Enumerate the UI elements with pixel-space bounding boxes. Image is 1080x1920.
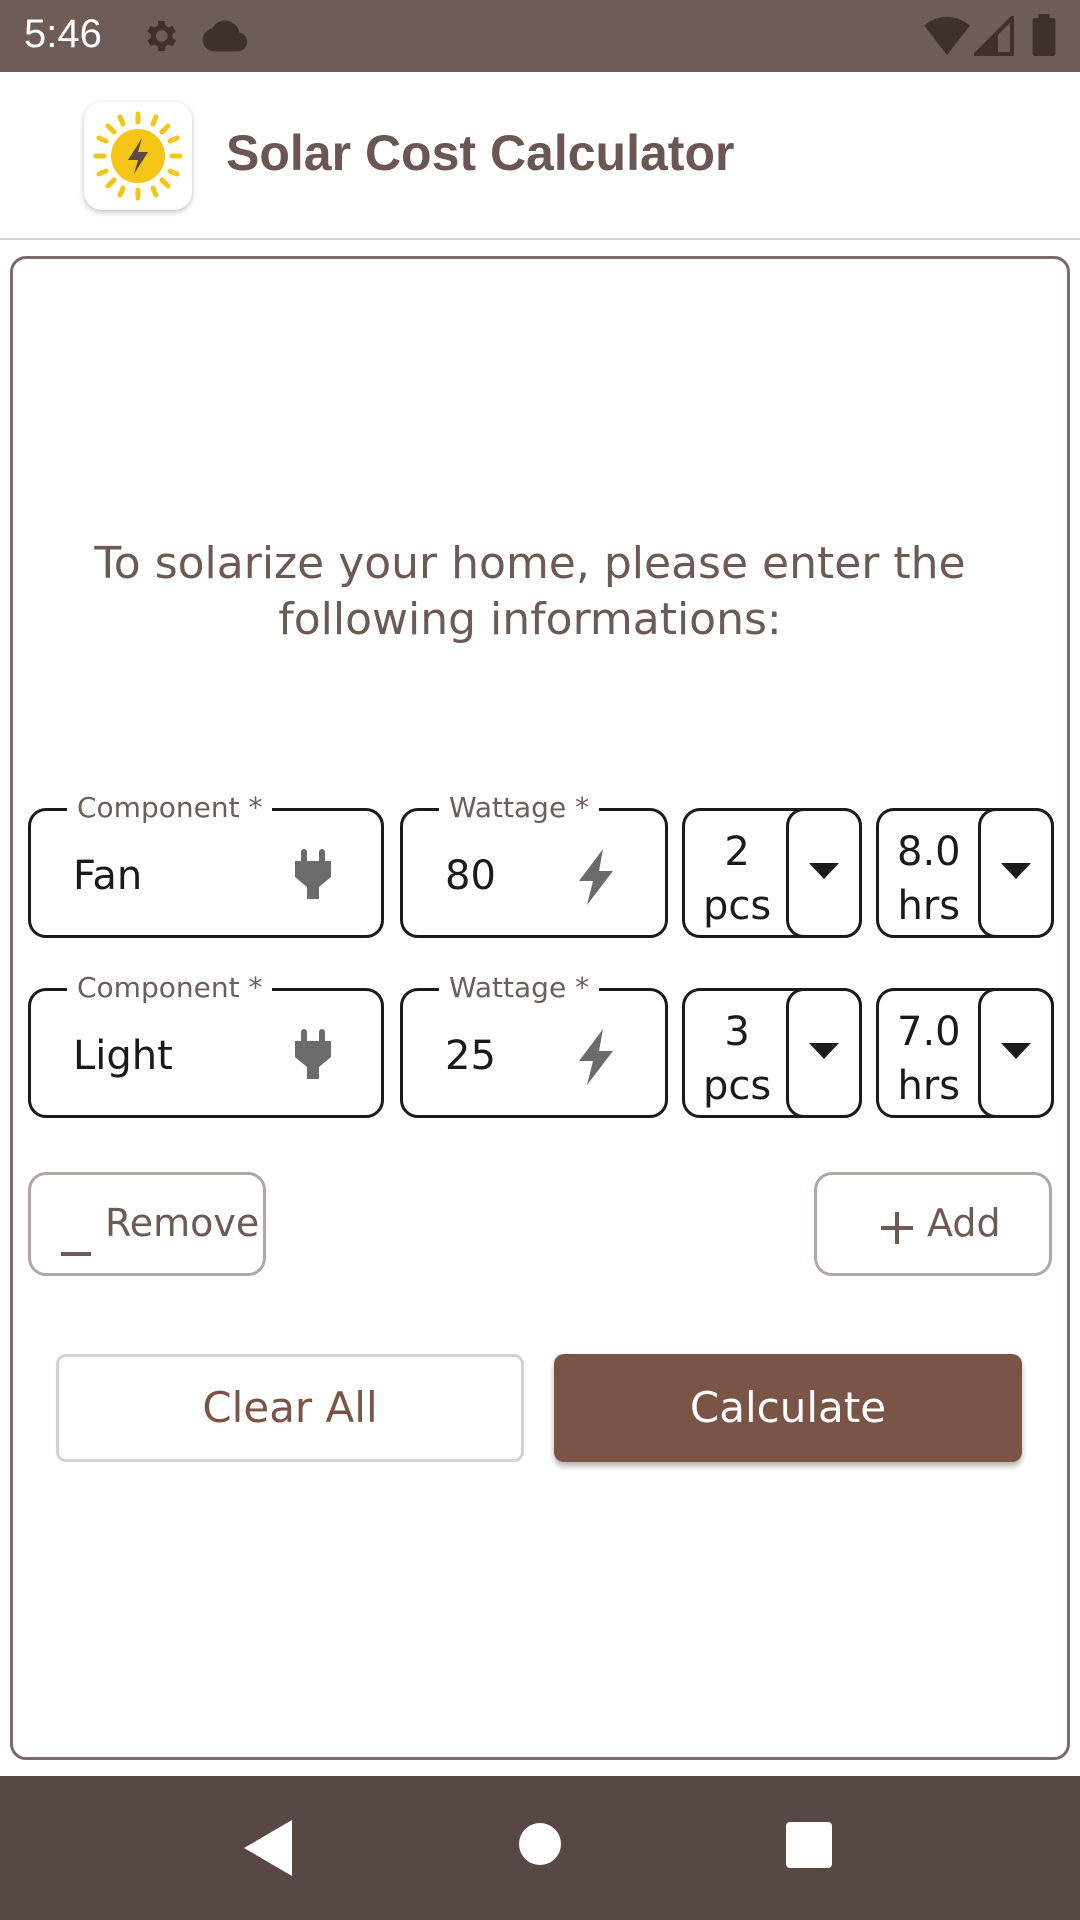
component-field[interactable]: Component * Light <box>28 971 384 1118</box>
component-label: Component * <box>67 791 273 825</box>
add-button[interactable]: Add <box>814 1172 1052 1276</box>
chevron-down-icon <box>809 863 839 879</box>
hours-unit: hrs <box>897 883 961 929</box>
battery-icon <box>1032 14 1056 60</box>
hours-display: 7.0 hrs <box>897 1005 961 1113</box>
component-label: Component * <box>67 971 273 1005</box>
quantity-unit: pcs <box>703 1063 772 1109</box>
quantity-value: 3 <box>724 1009 750 1055</box>
intro-text: To solarize your home, please enter the … <box>94 538 966 645</box>
chevron-down-icon <box>1001 863 1031 879</box>
status-bar: 5:46 <box>0 0 1080 72</box>
hours-stepper[interactable]: 8.0 hrs <box>876 808 1054 938</box>
plug-icon <box>293 1029 333 1083</box>
wattage-label: Wattage * <box>439 971 600 1005</box>
app-title: Solar Cost Calculator <box>226 125 735 181</box>
quantity-value: 2 <box>724 829 750 875</box>
remove-label: Remove <box>105 1201 260 1245</box>
hours-dropdown-button[interactable] <box>978 808 1054 938</box>
app-bar: Solar Cost Calculator <box>0 72 1080 240</box>
navigation-bar <box>0 1776 1080 1920</box>
sun-bolt-icon <box>84 102 192 210</box>
hours-display: 8.0 hrs <box>897 825 961 933</box>
wattage-value: 25 <box>445 1033 496 1079</box>
clear-all-button[interactable]: Clear All <box>56 1354 524 1462</box>
component-row: Component * Fan Wattage * 80 2 pcs 8.0 h… <box>16 791 1054 938</box>
wattage-field[interactable]: Wattage * 80 <box>400 791 668 938</box>
recents-icon[interactable] <box>786 1822 832 1872</box>
quantity-display: 3 pcs <box>703 1005 771 1113</box>
quantity-dropdown-button[interactable] <box>786 808 862 938</box>
wattage-label: Wattage * <box>439 791 600 825</box>
hours-value: 8.0 <box>897 829 961 875</box>
component-row: Component * Light Wattage * 25 3 pcs 7.0… <box>16 971 1054 1118</box>
quantity-display: 2 pcs <box>703 825 771 933</box>
quantity-dropdown-button[interactable] <box>786 988 862 1118</box>
gear-icon <box>140 16 180 60</box>
wifi-icon <box>924 16 970 60</box>
quantity-stepper[interactable]: 3 pcs <box>682 988 862 1118</box>
quantity-unit: pcs <box>703 883 772 929</box>
hours-unit: hrs <box>897 1063 961 1109</box>
signal-icon <box>971 13 1014 60</box>
cloud-icon <box>202 18 248 58</box>
back-icon[interactable] <box>244 1820 292 1880</box>
component-value: Fan <box>73 853 143 899</box>
plus-icon <box>881 1209 913 1253</box>
remove-button[interactable]: Remove <box>28 1172 266 1276</box>
quantity-stepper[interactable]: 2 pcs <box>682 808 862 938</box>
component-field[interactable]: Component * Fan <box>28 791 384 938</box>
wattage-field[interactable]: Wattage * 25 <box>400 971 668 1118</box>
chevron-down-icon <box>1001 1043 1031 1059</box>
bolt-icon <box>579 849 613 909</box>
status-time: 5:46 <box>24 12 102 56</box>
bolt-icon <box>579 1029 613 1089</box>
plug-icon <box>293 849 333 903</box>
hours-dropdown-button[interactable] <box>978 988 1054 1118</box>
calculate-button[interactable]: Calculate <box>554 1354 1022 1462</box>
component-value: Light <box>73 1033 173 1079</box>
home-icon[interactable] <box>518 1822 562 1870</box>
hours-value: 7.0 <box>897 1009 961 1055</box>
add-label: Add <box>927 1201 1001 1245</box>
hours-stepper[interactable]: 7.0 hrs <box>876 988 1054 1118</box>
wattage-value: 80 <box>445 853 496 899</box>
chevron-down-icon <box>809 1043 839 1059</box>
minus-icon <box>61 1223 91 1267</box>
